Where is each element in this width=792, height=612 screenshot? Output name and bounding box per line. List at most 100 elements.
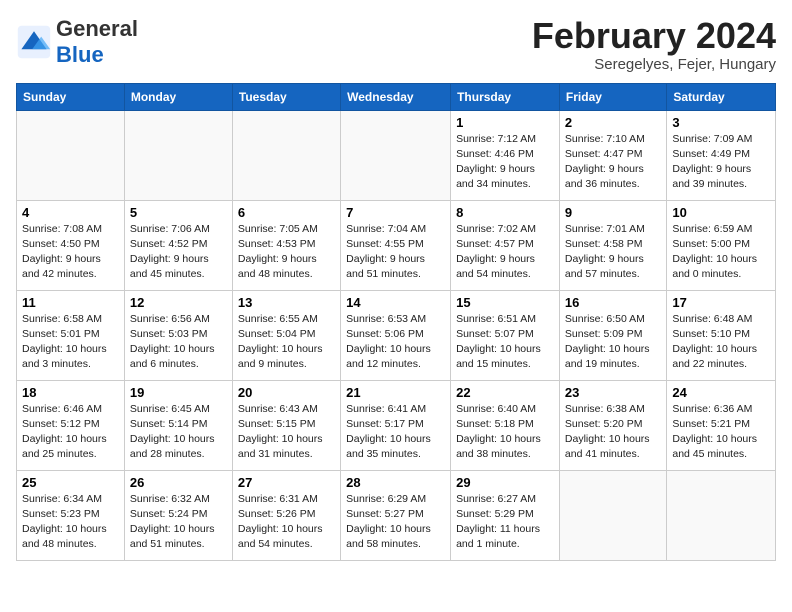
day-info: Sunrise: 6:46 AMSunset: 5:12 PMDaylight:…	[22, 402, 119, 463]
calendar-cell: 9 Sunrise: 7:01 AMSunset: 4:58 PMDaylight…	[559, 200, 666, 290]
day-info: Sunrise: 7:02 AMSunset: 4:57 PMDaylight:…	[456, 222, 554, 283]
title-block: February 2024 Seregelyes, Fejer, Hungary	[532, 16, 776, 73]
day-info: Sunrise: 6:45 AMSunset: 5:14 PMDaylight:…	[130, 402, 227, 463]
day-number: 17	[672, 295, 770, 310]
calendar-cell	[559, 470, 666, 560]
day-number: 25	[22, 475, 119, 490]
calendar-cell: 1 Sunrise: 7:12 AMSunset: 4:46 PMDaylight…	[451, 110, 560, 200]
day-number: 4	[22, 205, 119, 220]
calendar-week-3: 11Sunrise: 6:58 AMSunset: 5:01 PMDayligh…	[17, 290, 776, 380]
day-info: Sunrise: 6:48 AMSunset: 5:10 PMDaylight:…	[672, 312, 770, 373]
calendar-cell: 25 Sunrise: 6:34 AMSunset: 5:23 PMDayligh…	[17, 470, 125, 560]
calendar-cell: 28Sunrise: 6:29 AMSunset: 5:27 PMDayligh…	[341, 470, 451, 560]
day-number: 27	[238, 475, 335, 490]
weekday-header-wednesday: Wednesday	[341, 83, 451, 110]
day-number: 6	[238, 205, 335, 220]
calendar-cell	[124, 110, 232, 200]
day-info: Sunrise: 6:59 AMSunset: 5:00 PMDaylight:…	[672, 222, 770, 283]
calendar-cell: 29 Sunrise: 6:27 AMSunset: 5:29 PMDayligh…	[451, 470, 560, 560]
day-info: Sunrise: 7:10 AMSunset: 4:47 PMDaylight:…	[565, 132, 661, 193]
day-number: 10	[672, 205, 770, 220]
calendar-cell: 11Sunrise: 6:58 AMSunset: 5:01 PMDayligh…	[17, 290, 125, 380]
day-number: 20	[238, 385, 335, 400]
calendar-cell: 20 Sunrise: 6:43 AMSunset: 5:15 PMDayligh…	[232, 380, 340, 470]
day-info: Sunrise: 7:06 AMSunset: 4:52 PMDaylight:…	[130, 222, 227, 283]
day-info: Sunrise: 6:34 AMSunset: 5:23 PMDaylight:…	[22, 492, 119, 553]
page-header: General Blue February 2024 Seregelyes, F…	[16, 16, 776, 73]
calendar-cell: 26Sunrise: 6:32 AMSunset: 5:24 PMDayligh…	[124, 470, 232, 560]
day-number: 29	[456, 475, 554, 490]
calendar-cell: 3Sunrise: 7:09 AMSunset: 4:49 PMDaylight…	[667, 110, 776, 200]
day-number: 24	[672, 385, 770, 400]
calendar-cell: 18 Sunrise: 6:46 AMSunset: 5:12 PMDayligh…	[17, 380, 125, 470]
day-info: Sunrise: 6:56 AMSunset: 5:03 PMDaylight:…	[130, 312, 227, 373]
calendar-week-5: 25 Sunrise: 6:34 AMSunset: 5:23 PMDayligh…	[17, 470, 776, 560]
calendar-table: SundayMondayTuesdayWednesdayThursdayFrid…	[16, 83, 776, 561]
calendar-cell: 16 Sunrise: 6:50 AMSunset: 5:09 PMDayligh…	[559, 290, 666, 380]
day-number: 16	[565, 295, 661, 310]
calendar-subtitle: Seregelyes, Fejer, Hungary	[532, 56, 776, 73]
day-info: Sunrise: 7:05 AMSunset: 4:53 PMDaylight:…	[238, 222, 335, 283]
day-number: 9	[565, 205, 661, 220]
day-number: 11	[22, 295, 119, 310]
calendar-week-1: 1 Sunrise: 7:12 AMSunset: 4:46 PMDaylight…	[17, 110, 776, 200]
calendar-cell: 12Sunrise: 6:56 AMSunset: 5:03 PMDayligh…	[124, 290, 232, 380]
day-number: 8	[456, 205, 554, 220]
weekday-header-friday: Friday	[559, 83, 666, 110]
day-info: Sunrise: 6:36 AMSunset: 5:21 PMDaylight:…	[672, 402, 770, 463]
day-number: 14	[346, 295, 445, 310]
day-info: Sunrise: 6:41 AMSunset: 5:17 PMDaylight:…	[346, 402, 445, 463]
calendar-title: February 2024	[532, 16, 776, 56]
calendar-cell: 13 Sunrise: 6:55 AMSunset: 5:04 PMDayligh…	[232, 290, 340, 380]
logo-general-text: General	[56, 16, 138, 41]
day-number: 21	[346, 385, 445, 400]
weekday-header-sunday: Sunday	[17, 83, 125, 110]
calendar-cell: 4 Sunrise: 7:08 AMSunset: 4:50 PMDaylight…	[17, 200, 125, 290]
weekday-header-saturday: Saturday	[667, 83, 776, 110]
calendar-cell: 2 Sunrise: 7:10 AMSunset: 4:47 PMDaylight…	[559, 110, 666, 200]
calendar-cell: 8 Sunrise: 7:02 AMSunset: 4:57 PMDaylight…	[451, 200, 560, 290]
day-info: Sunrise: 6:43 AMSunset: 5:15 PMDaylight:…	[238, 402, 335, 463]
day-number: 18	[22, 385, 119, 400]
day-info: Sunrise: 6:27 AMSunset: 5:29 PMDaylight:…	[456, 492, 554, 553]
day-number: 19	[130, 385, 227, 400]
weekday-header-tuesday: Tuesday	[232, 83, 340, 110]
day-info: Sunrise: 6:50 AMSunset: 5:09 PMDaylight:…	[565, 312, 661, 373]
calendar-cell: 10 Sunrise: 6:59 AMSunset: 5:00 PMDayligh…	[667, 200, 776, 290]
logo-blue-text: Blue	[56, 42, 104, 67]
calendar-cell	[341, 110, 451, 200]
day-number: 28	[346, 475, 445, 490]
day-number: 2	[565, 115, 661, 130]
day-info: Sunrise: 7:12 AMSunset: 4:46 PMDaylight:…	[456, 132, 554, 193]
calendar-cell	[17, 110, 125, 200]
day-number: 23	[565, 385, 661, 400]
day-number: 15	[456, 295, 554, 310]
day-info: Sunrise: 6:38 AMSunset: 5:20 PMDaylight:…	[565, 402, 661, 463]
calendar-cell: 6 Sunrise: 7:05 AMSunset: 4:53 PMDaylight…	[232, 200, 340, 290]
day-number: 13	[238, 295, 335, 310]
day-info: Sunrise: 7:09 AMSunset: 4:49 PMDaylight:…	[672, 132, 770, 193]
day-number: 1	[456, 115, 554, 130]
calendar-cell	[232, 110, 340, 200]
calendar-header: SundayMondayTuesdayWednesdayThursdayFrid…	[17, 83, 776, 110]
calendar-cell: 24 Sunrise: 6:36 AMSunset: 5:21 PMDayligh…	[667, 380, 776, 470]
calendar-week-4: 18 Sunrise: 6:46 AMSunset: 5:12 PMDayligh…	[17, 380, 776, 470]
calendar-cell: 14Sunrise: 6:53 AMSunset: 5:06 PMDayligh…	[341, 290, 451, 380]
calendar-cell: 27Sunrise: 6:31 AMSunset: 5:26 PMDayligh…	[232, 470, 340, 560]
calendar-cell	[667, 470, 776, 560]
day-info: Sunrise: 6:51 AMSunset: 5:07 PMDaylight:…	[456, 312, 554, 373]
day-number: 22	[456, 385, 554, 400]
day-info: Sunrise: 7:01 AMSunset: 4:58 PMDaylight:…	[565, 222, 661, 283]
logo: General Blue	[16, 16, 138, 68]
logo-icon	[16, 24, 52, 60]
weekday-header-monday: Monday	[124, 83, 232, 110]
day-number: 7	[346, 205, 445, 220]
day-info: Sunrise: 7:04 AMSunset: 4:55 PMDaylight:…	[346, 222, 445, 283]
day-number: 5	[130, 205, 227, 220]
calendar-cell: 7 Sunrise: 7:04 AMSunset: 4:55 PMDaylight…	[341, 200, 451, 290]
day-info: Sunrise: 7:08 AMSunset: 4:50 PMDaylight:…	[22, 222, 119, 283]
day-info: Sunrise: 6:40 AMSunset: 5:18 PMDaylight:…	[456, 402, 554, 463]
day-number: 26	[130, 475, 227, 490]
calendar-cell: 5 Sunrise: 7:06 AMSunset: 4:52 PMDaylight…	[124, 200, 232, 290]
day-info: Sunrise: 6:55 AMSunset: 5:04 PMDaylight:…	[238, 312, 335, 373]
